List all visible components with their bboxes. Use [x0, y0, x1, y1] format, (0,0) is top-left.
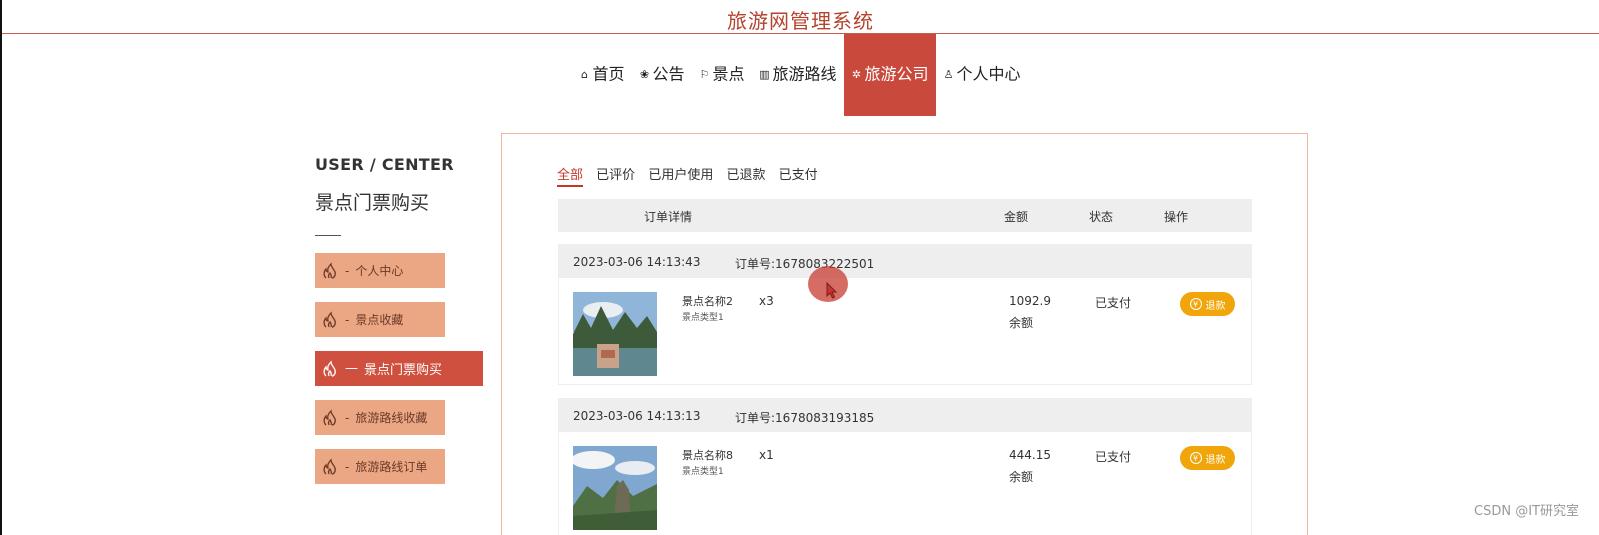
sidebar-item-route-orders[interactable]: - 旅游路线订单	[315, 449, 445, 484]
item-dash: —	[345, 361, 358, 376]
order-quantity: x3	[759, 294, 774, 308]
yen-icon: ¥	[1189, 452, 1202, 464]
sidebar-item-ticket-purchase[interactable]: — 景点门票购买	[315, 351, 483, 386]
order-amount: 1092.9	[1009, 294, 1051, 308]
orders-table-header: 订单详情 金额 状态 操作	[558, 199, 1252, 232]
scenic-type: 景点类型1	[682, 313, 724, 323]
user-icon: ♙	[943, 67, 954, 81]
order-amount: 444.15	[1009, 448, 1051, 462]
yen-icon: ¥	[1189, 298, 1202, 310]
nav-label: 旅游公司	[864, 64, 929, 84]
mouse-cursor-icon	[826, 282, 838, 299]
order-date: 2023-03-06 14:13:43	[573, 255, 701, 269]
header-status: 状态	[1089, 210, 1114, 224]
item-dash: -	[345, 410, 350, 425]
scenic-name: 景点名称2	[682, 295, 733, 308]
nav-item-company[interactable]: ✲ 旅游公司	[843, 34, 936, 116]
sidebar-item-label: 旅游路线订单	[355, 460, 428, 474]
nav-label: 旅游路线	[772, 64, 837, 84]
order-quantity: x1	[759, 448, 774, 462]
sidebar-item-label: 景点门票购买	[364, 363, 443, 378]
nav-item-route[interactable]: ▥ 旅游路线	[752, 34, 844, 116]
sidebar-item-route-favorites[interactable]: - 旅游路线收藏	[315, 400, 445, 435]
sidebar-item-scenic-favorites[interactable]: - 景点收藏	[315, 302, 445, 337]
pay-method: 余额	[1009, 316, 1034, 330]
orders-panel: 全部 已评价 已用户使用 已退款 已支付 订单详情 金额 状态 操作 2023-…	[501, 133, 1308, 535]
watermark: CSDN @IT研究室	[1474, 504, 1579, 519]
notice-icon: ❀	[639, 67, 650, 81]
order-card: 2023-03-06 14:13:43 订单号:1678083222501 景点…	[558, 244, 1252, 385]
sidebar-item-label: 景点收藏	[355, 313, 404, 327]
sidebar-title-en: USER / CENTER	[315, 155, 454, 174]
flame-icon	[323, 408, 336, 426]
tab-all[interactable]: 全部	[557, 164, 584, 187]
scenic-thumbnail[interactable]	[573, 292, 657, 376]
tab-used[interactable]: 已用户使用	[648, 164, 713, 185]
refund-label: 退款	[1205, 454, 1226, 466]
nav-label: 个人中心	[956, 64, 1021, 84]
flag-icon: ⚐	[699, 67, 710, 81]
refund-label: 退款	[1205, 300, 1226, 312]
sidebar-item-label: 旅游路线收藏	[355, 411, 428, 425]
sidebar-divider	[315, 235, 341, 236]
refund-button[interactable]: ¥ 退款	[1180, 292, 1235, 316]
nav-label: 公告	[652, 64, 685, 84]
order-status: 已支付	[1095, 450, 1132, 464]
tab-reviewed[interactable]: 已评价	[596, 164, 635, 185]
flame-icon	[323, 457, 336, 475]
tab-paid[interactable]: 已支付	[779, 164, 818, 185]
page: 旅游网管理系统 ⌂ 首页 ❀ 公告 ⚐ 景点 ▥ 旅游路线 ✲ 旅游公司 ♙ 个人中心 US…	[0, 0, 1599, 535]
site-title: 旅游网管理系统	[727, 9, 874, 33]
nav-item-user-center[interactable]: ♙ 个人中心	[936, 34, 1028, 116]
header-detail: 订单详情	[644, 210, 693, 224]
order-status: 已支付	[1095, 296, 1132, 310]
tab-refunded[interactable]: 已退款	[726, 164, 765, 185]
sidebar-title-cn: 景点门票购买	[315, 192, 430, 214]
order-tabs: 全部 已评价 已用户使用 已退款 已支付	[557, 164, 827, 187]
nav-label: 景点	[712, 64, 745, 84]
item-dash: -	[345, 459, 350, 474]
nav-label: 首页	[592, 64, 625, 84]
site-header: 旅游网管理系统	[2, 0, 1599, 34]
order-header: 2023-03-06 14:13:13 订单号:1678083193185	[559, 399, 1251, 432]
scenic-thumbnail[interactable]	[573, 446, 657, 530]
home-icon: ⌂	[580, 67, 588, 81]
order-header: 2023-03-06 14:13:43 订单号:1678083222501	[559, 245, 1251, 278]
order-card: 2023-03-06 14:13:13 订单号:1678083193185 景点…	[558, 398, 1252, 535]
header-action: 操作	[1164, 210, 1189, 224]
refund-button[interactable]: ¥ 退款	[1180, 446, 1235, 470]
sidebar-item-user-center[interactable]: - 个人中心	[315, 253, 445, 288]
nav-item-home[interactable]: ⌂ 首页	[571, 34, 631, 116]
flame-icon	[323, 310, 336, 328]
pay-method: 余额	[1009, 470, 1034, 484]
sidebar-item-label: 个人中心	[355, 264, 404, 278]
order-number: 订单号:1678083193185	[735, 411, 875, 425]
item-dash: -	[345, 263, 350, 278]
item-dash: -	[345, 312, 350, 327]
nav-item-notice[interactable]: ❀ 公告	[631, 34, 691, 116]
scenic-type: 景点类型1	[682, 467, 724, 477]
route-icon: ▥	[759, 67, 770, 81]
company-icon: ✲	[851, 67, 862, 81]
order-number: 订单号:1678083222501	[735, 257, 875, 271]
main-nav: ⌂ 首页 ❀ 公告 ⚐ 景点 ▥ 旅游路线 ✲ 旅游公司 ♙ 个人中心	[0, 34, 1599, 116]
scenic-name: 景点名称8	[682, 449, 733, 462]
nav-item-scenic[interactable]: ⚐ 景点	[691, 34, 751, 116]
header-amount: 金额	[1004, 210, 1029, 224]
flame-icon	[323, 359, 336, 377]
sidebar: USER / CENTER 景点门票购买 - 个人中心 - 景点收藏 — 景点门…	[315, 150, 515, 484]
flame-icon	[323, 261, 336, 279]
order-date: 2023-03-06 14:13:13	[573, 409, 701, 423]
